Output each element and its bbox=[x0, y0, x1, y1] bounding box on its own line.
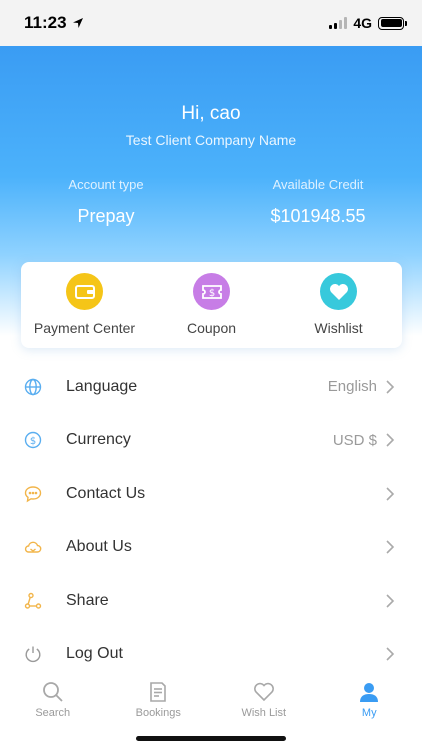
company-name: Test Client Company Name bbox=[125, 132, 297, 148]
tab-label: Search bbox=[35, 707, 71, 719]
available-credit-label: Available Credit bbox=[272, 177, 364, 192]
payment-center-button[interactable]: Payment Center bbox=[21, 262, 148, 348]
chevron-right-icon bbox=[386, 540, 395, 554]
chevron-right-icon bbox=[386, 647, 395, 661]
search-icon bbox=[42, 682, 63, 702]
menu-item-label: Share bbox=[66, 591, 109, 609]
wishlist-label: Wishlist bbox=[314, 320, 363, 336]
menu-item-value: USD $ bbox=[332, 431, 377, 449]
coupon-label: Coupon bbox=[186, 320, 237, 336]
account-type-value: Prepay bbox=[77, 206, 135, 226]
tab-label: My bbox=[361, 707, 377, 719]
heart-icon bbox=[320, 273, 357, 310]
payment-center-label: Payment Center bbox=[33, 320, 136, 336]
person-icon bbox=[360, 683, 379, 702]
status-indicators: 4G bbox=[329, 15, 407, 31]
menu-item-currency[interactable]: $ Currency USD $ bbox=[0, 414, 422, 468]
svg-text:$: $ bbox=[208, 288, 214, 299]
status-bar: 11:23 4G bbox=[0, 0, 422, 46]
coupon-button[interactable]: $ Coupon bbox=[148, 262, 275, 348]
available-credit: Available Credit $101948.55 bbox=[233, 177, 403, 227]
settings-menu: Language English $ Currency USD $ Contac… bbox=[0, 360, 422, 681]
menu-item-language[interactable]: Language English bbox=[0, 360, 422, 414]
chat-icon bbox=[24, 485, 42, 503]
account-type: Account type Prepay bbox=[21, 177, 191, 227]
menu-item-contact-us[interactable]: Contact Us bbox=[0, 467, 422, 521]
menu-item-label: Currency bbox=[66, 431, 131, 449]
tab-label: Bookings bbox=[135, 707, 181, 719]
menu-item-value: English bbox=[327, 378, 377, 396]
quick-actions-card: Payment Center $ Coupon Wishlist bbox=[21, 262, 402, 348]
tab-search[interactable]: Search bbox=[0, 672, 106, 750]
power-icon bbox=[24, 645, 42, 663]
wishlist-button[interactable]: Wishlist bbox=[275, 262, 402, 348]
chevron-right-icon bbox=[386, 433, 395, 447]
document-icon bbox=[150, 682, 167, 702]
menu-item-label: About Us bbox=[66, 538, 132, 556]
tab-my[interactable]: My bbox=[317, 672, 422, 750]
battery-icon bbox=[378, 16, 407, 30]
time-text: 11:23 bbox=[24, 13, 67, 32]
share-icon bbox=[24, 592, 42, 610]
greeting: Hi, cao bbox=[181, 103, 241, 124]
signal-icon bbox=[329, 17, 348, 29]
globe-icon bbox=[24, 378, 42, 396]
chevron-right-icon bbox=[386, 380, 395, 394]
account-type-label: Account type bbox=[68, 177, 144, 192]
menu-item-label: Contact Us bbox=[66, 484, 146, 502]
heart-outline-icon bbox=[253, 682, 274, 702]
menu-item-label: Log Out bbox=[66, 645, 123, 663]
chevron-right-icon bbox=[386, 487, 395, 501]
network-label: 4G bbox=[353, 15, 372, 31]
wallet-icon bbox=[66, 273, 103, 310]
cloud-icon bbox=[24, 538, 42, 556]
location-arrow-icon bbox=[72, 18, 83, 28]
status-time: 11:23 bbox=[24, 13, 84, 33]
tab-label: Wish List bbox=[241, 707, 287, 719]
home-indicator bbox=[136, 736, 286, 741]
menu-item-about-us[interactable]: About Us bbox=[0, 521, 422, 575]
coupon-icon: $ bbox=[193, 273, 230, 310]
dollar-circle-icon: $ bbox=[24, 431, 42, 449]
menu-item-share[interactable]: Share bbox=[0, 574, 422, 628]
menu-item-label: Language bbox=[66, 377, 138, 395]
svg-text:$: $ bbox=[30, 436, 36, 447]
chevron-right-icon bbox=[386, 594, 395, 608]
available-credit-value: $101948.55 bbox=[270, 206, 366, 226]
